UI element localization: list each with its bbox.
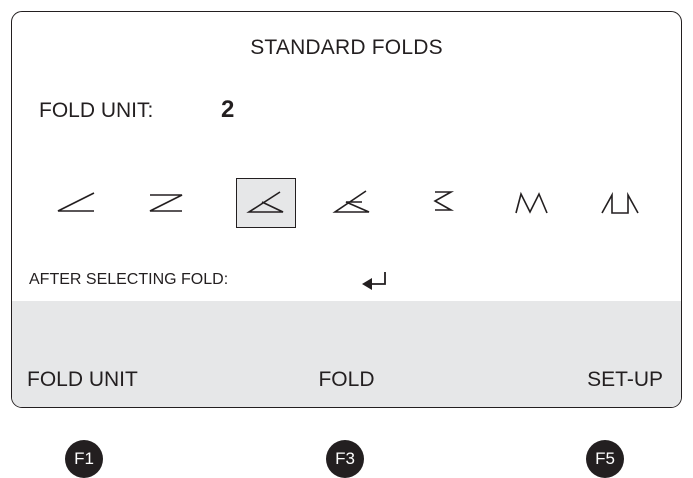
screen-title: STANDARD FOLDS: [250, 36, 443, 59]
double-parallel-fold-icon: [332, 190, 370, 213]
after-selecting-hint: AFTER SELECTING FOLD:: [29, 271, 229, 288]
fold-option-single[interactable]: [46, 178, 106, 228]
gate-fold-icon: [601, 191, 639, 214]
single-fold-icon: [57, 192, 95, 212]
letter-fold-icon: [246, 191, 284, 213]
fold-option-letter[interactable]: [236, 178, 296, 228]
fold-unit-label: FOLD UNIT:: [39, 99, 154, 122]
softkey-fold: FOLD: [318, 368, 375, 391]
f5-key[interactable]: F5: [586, 440, 624, 478]
double-accordion-fold-icon: [515, 191, 548, 214]
f1-key[interactable]: F1: [65, 440, 103, 478]
fold-option-z[interactable]: [136, 178, 196, 228]
f3-key[interactable]: F3: [326, 440, 364, 478]
softkey-set-up: SET-UP: [587, 368, 663, 391]
enter-key-icon: [362, 272, 386, 290]
fold-option-double-parallel[interactable]: [322, 178, 382, 228]
display-screen: STANDARD FOLDS FOLD UNIT: 2 AFTER SELECT…: [11, 11, 682, 408]
fold-unit-value: 2: [221, 96, 235, 123]
z-fold-icon: [149, 194, 183, 212]
fold-option-accordion[interactable]: [413, 178, 473, 228]
fold-selector: [12, 178, 681, 234]
fold-option-gate[interactable]: [590, 178, 650, 228]
fold-option-double-accordion[interactable]: [501, 178, 561, 228]
accordion-fold-icon: [433, 191, 455, 211]
